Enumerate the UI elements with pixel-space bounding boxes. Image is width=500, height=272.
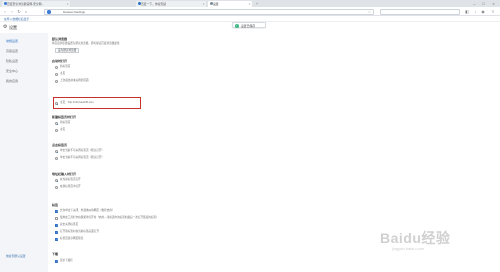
close-tab-icon[interactable]: × <box>249 1 251 7</box>
new-tab-option-label: 新标签页 <box>60 121 71 124</box>
sidebar-item-privacy[interactable]: 隐私设置 <box>6 59 18 63</box>
menu-icon[interactable]: ≡ <box>490 9 496 15</box>
tab-click-option-label: 单击当前不可关闭标签页（默认打开） <box>60 149 105 152</box>
sidebar-item-security[interactable]: 安全中心 <box>6 69 18 73</box>
section-title-startup: 启动时打开 <box>52 59 68 63</box>
gear-icon <box>209 2 213 5</box>
sidebar-item-general[interactable]: 常规设置 <box>6 39 18 43</box>
download-option-checkbox[interactable] <box>55 260 58 263</box>
startup-option-home-radio[interactable] <box>55 73 58 76</box>
close-tab-icon[interactable]: × <box>67 1 69 7</box>
address-bar[interactable]: browser://settings ☆ <box>44 8 374 15</box>
set-default-browser-button[interactable]: 设为默认浏览器 <box>55 48 80 53</box>
tabs-option-checkbox[interactable] <box>55 217 58 220</box>
tabs-option-label: 使用在工具栏中右键菜单打开时（启用—当前选中的标签的最后一次打开链接的标签） <box>60 216 159 219</box>
tab-baidu-browser[interactable]: 百度安全浏览器官网-安全网... × <box>2 0 70 7</box>
watermark-url: jingyan.baidu.com <box>392 246 425 251</box>
tabs-option-checkbox[interactable] <box>55 231 58 234</box>
minimize-icon[interactable]: – <box>471 0 478 7</box>
section-title-download: 下载 <box>52 252 59 256</box>
check-circle-icon: ✓ <box>235 23 239 28</box>
forward-icon[interactable]: › <box>9 9 15 15</box>
tab-label: 百度一下，你就知道 <box>141 1 167 6</box>
address-text: browser://settings <box>63 9 85 14</box>
section-title-address-input: 地址栏输入时打开 <box>52 172 77 176</box>
tab-favicon-icon <box>137 2 141 5</box>
restore-defaults-link[interactable]: 恢复到默认设置 <box>6 254 26 258</box>
tabs-option-label: 打开新标签时在当前标签后面打开 <box>60 230 99 233</box>
tabs-option-checkbox[interactable] <box>55 224 58 227</box>
section-title-new-tab: 新建标签页时打开 <box>52 115 77 119</box>
tab-favicon-icon <box>3 2 7 5</box>
refresh-icon[interactable]: ↻ <box>16 9 22 15</box>
address-input-option-radio[interactable] <box>55 179 58 182</box>
home-icon[interactable]: ⌂ <box>23 9 29 15</box>
navigation-toolbar: ‹ › ↻ ⌂ browser://settings ☆ ◧ ↓ ◉ ≡ <box>0 7 500 16</box>
section-title-default-browser: 默认浏览器 <box>52 37 68 41</box>
section-title-tabs: 标签 <box>52 203 59 207</box>
tab-label: 设置 <box>213 1 219 6</box>
tabs-option-checkbox[interactable] <box>55 210 58 213</box>
tab-baidu-search[interactable]: 百度一下，你就知道 × <box>136 0 206 7</box>
annotation-highlight-box <box>53 97 141 109</box>
startup-option-label: 上次退出前未关闭的页面 <box>60 79 89 82</box>
bookmark-star-icon[interactable]: ☆ <box>368 10 371 15</box>
tabs-option-label: 允许单击下关闭，外观类似的网页（推荐启用） <box>60 209 115 212</box>
default-browser-description: 将百度浏览器设置为默认浏览器，即可保证百度浏览器最佳 <box>52 42 120 45</box>
address-input-option-label: 在新标签页中打开 <box>60 185 81 188</box>
close-tab-icon[interactable]: × <box>203 1 205 7</box>
back-icon[interactable]: ‹ <box>2 9 8 15</box>
tabs-option-label: 双击关闭标签页 <box>60 223 79 226</box>
settings-sidebar: 常规设置 高级设置 隐私设置 安全中心 我的应用 恢复到默认设置 <box>0 33 48 272</box>
tab-settings[interactable]: 设置 × <box>208 0 252 7</box>
section-title-tab-click: 点击标签页 <box>52 143 68 147</box>
sidebar-item-advanced[interactable]: 高级设置 <box>6 49 18 53</box>
tab-click-option-radio[interactable] <box>55 150 58 153</box>
download-icon[interactable]: ↓ <box>472 9 478 15</box>
user-icon[interactable]: ◉ <box>480 9 486 15</box>
address-input-option-radio[interactable] <box>55 186 58 189</box>
maximize-icon[interactable]: □ <box>480 0 487 7</box>
extensions-icon[interactable]: ◧ <box>464 9 470 15</box>
new-tab-option-radio[interactable] <box>55 122 58 125</box>
startup-option-label: 新标签页 <box>60 65 71 68</box>
startup-option-new-tab-radio[interactable] <box>55 66 58 69</box>
startup-option-label: 主页 <box>60 72 66 75</box>
tab-bar: 百度安全浏览器官网-安全网... × 百度一下，你就知道 × 设置 × + – … <box>0 0 500 7</box>
sidebar-item-apps[interactable]: 我的应用 <box>6 79 18 83</box>
new-tab-option-label: 主页 <box>60 128 66 131</box>
baidu-jingyan-watermark: Baidu经验 <box>380 230 451 246</box>
page-title: 设置 <box>9 25 17 30</box>
tab-click-option-radio[interactable] <box>55 157 58 160</box>
saved-toast: ✓ 设置已保存 <box>232 22 266 28</box>
tabs-option-checkbox[interactable] <box>55 238 58 241</box>
new-tab-button[interactable]: + <box>253 1 261 7</box>
close-window-icon[interactable]: × <box>490 0 497 7</box>
tab-click-option-label: 单击当前不可关闭标签页（默认打开） <box>60 156 105 159</box>
new-tab-option-radio[interactable] <box>55 129 58 132</box>
download-option-label: 显示下载栏 <box>60 259 73 262</box>
toast-message: 设置已保存 <box>241 24 255 28</box>
tabs-option-label: 标签页显示网页预览 <box>60 237 84 240</box>
search-input[interactable] <box>380 8 460 15</box>
gear-icon: ⚙ <box>3 24 8 30</box>
startup-option-restore-radio[interactable] <box>55 80 58 83</box>
tab-label: 百度安全浏览器官网-安全网... <box>7 1 44 6</box>
page-icon <box>47 10 51 14</box>
address-input-option-label: 在当前标签页打开 <box>60 178 81 181</box>
